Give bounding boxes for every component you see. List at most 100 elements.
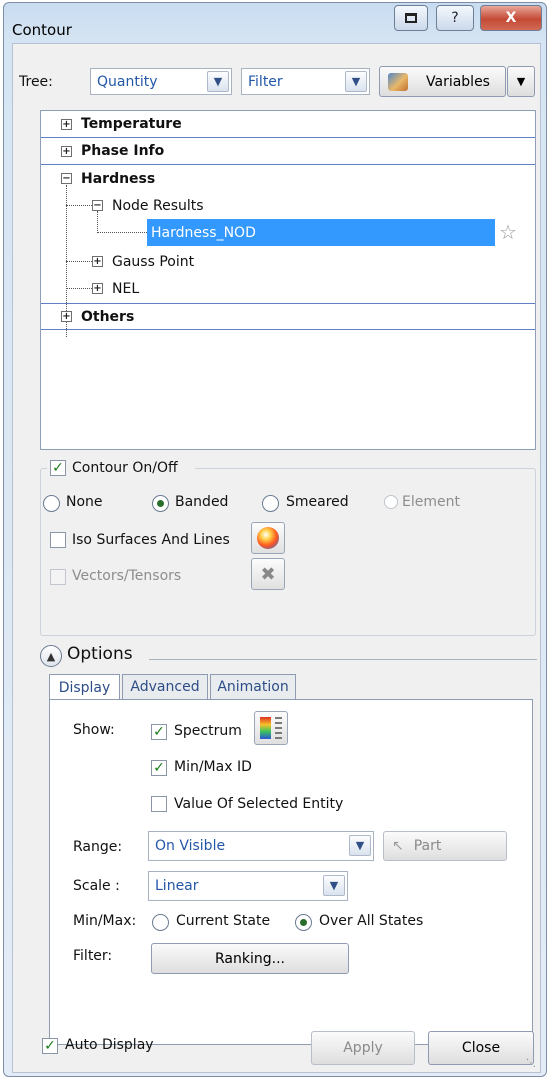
variables-menu-button[interactable]: ▼	[507, 66, 535, 97]
expand-icon[interactable]: +	[61, 118, 72, 130]
tree-item-nel[interactable]: + NEL	[41, 275, 535, 302]
radio-banded-label: Banded	[175, 494, 229, 510]
filter-combo[interactable]: Filter ▼	[241, 68, 370, 95]
radio-element-label: Element	[402, 494, 460, 510]
favorite-star-icon[interactable]: ☆	[499, 220, 517, 244]
auto-display-label: Auto Display	[65, 1037, 154, 1053]
filter-value: Filter	[248, 73, 283, 90]
minmax-id-checkbox[interactable]: ✓	[151, 760, 167, 776]
title-bar: Contour ? X	[4, 3, 546, 43]
vectors-settings-button[interactable]: ✖	[251, 558, 285, 590]
variables-label: Variables	[426, 73, 490, 90]
contour-on-off-checkbox[interactable]: ✓	[50, 460, 66, 476]
close-icon: X	[505, 10, 517, 26]
vectors-tensors-checkbox[interactable]	[50, 569, 66, 585]
tree-category-label: Others	[81, 308, 135, 325]
variables-icon	[388, 72, 408, 91]
range-label: Range:	[73, 839, 123, 855]
tree-mode-combo[interactable]: Quantity ▼	[90, 68, 232, 95]
part-button[interactable]: ↖ Part	[383, 831, 507, 861]
color-sphere-icon	[257, 527, 279, 549]
expand-icon[interactable]: +	[92, 256, 103, 267]
tree-category-others[interactable]: + Others	[41, 303, 535, 330]
tree-item-label: Node Results	[112, 197, 204, 214]
tree-category-hardness[interactable]: − Hardness	[41, 165, 535, 192]
apply-button[interactable]: Apply	[311, 1031, 415, 1065]
tab-animation[interactable]: Animation	[210, 674, 296, 699]
spectrum-label: Spectrum	[174, 723, 242, 739]
help-icon: ?	[451, 10, 459, 26]
variables-button[interactable]: Variables	[379, 66, 506, 97]
chevron-down-icon[interactable]: ▼	[345, 71, 367, 92]
chevron-down-icon[interactable]: ▼	[349, 835, 371, 856]
expand-icon[interactable]: +	[61, 145, 72, 157]
spectrum-checkbox[interactable]: ✓	[151, 724, 167, 740]
collapse-icon[interactable]: −	[61, 173, 72, 184]
tree-mode-value: Quantity	[97, 73, 158, 90]
tree-category-phase-info[interactable]: + Phase Info	[41, 138, 535, 165]
tree-category-temperature[interactable]: + Temperature	[41, 111, 535, 138]
vectors-tensors-label: Vectors/Tensors	[72, 568, 182, 584]
scale-combo[interactable]: Linear ▼	[148, 871, 348, 901]
radio-banded[interactable]	[152, 495, 169, 512]
tree-category-label: Phase Info	[81, 143, 165, 159]
current-state-label: Current State	[176, 913, 271, 929]
options-divider	[149, 659, 537, 660]
close-button[interactable]: Close	[428, 1031, 534, 1065]
radio-over-all-states[interactable]	[295, 914, 312, 931]
contour-window: Contour ? X Tree: Quantity ▼ Filter ▼ Va…	[3, 2, 547, 1077]
radio-smeared-label: Smeared	[286, 494, 349, 510]
radio-none-label: None	[66, 494, 103, 510]
tree-item-label: Hardness_NOD	[151, 224, 256, 241]
ranking-button[interactable]: Ranking...	[151, 943, 349, 974]
part-label: Part	[413, 838, 442, 854]
collapse-options-icon[interactable]: ▲	[40, 645, 62, 667]
over-all-states-label: Over All States	[319, 913, 424, 929]
options-tabs: Display Advanced Animation	[49, 674, 533, 701]
radio-current-state[interactable]	[152, 914, 169, 931]
radio-element[interactable]	[384, 495, 398, 509]
filter-label: Filter:	[73, 948, 113, 964]
range-value: On Visible	[155, 838, 226, 854]
restore-button[interactable]	[394, 5, 428, 31]
tree-item-label: NEL	[112, 280, 140, 297]
contour-on-off-label: Contour On/Off	[72, 460, 178, 476]
tree-item-hardness-nod[interactable]: Hardness_NOD	[147, 219, 495, 246]
dialog-client: Tree: Quantity ▼ Filter ▼ Variables ▼ + …	[12, 43, 541, 1073]
tab-advanced[interactable]: Advanced	[122, 674, 208, 699]
iso-surfaces-label: Iso Surfaces And Lines	[72, 532, 230, 548]
tab-display[interactable]: Display	[49, 674, 120, 701]
collapse-icon[interactable]: −	[92, 200, 103, 211]
expand-icon[interactable]: +	[61, 311, 72, 322]
radio-smeared[interactable]	[262, 495, 279, 512]
iso-surfaces-checkbox[interactable]	[50, 532, 66, 548]
result-tree[interactable]: + Temperature + Phase Info − Hardness − …	[40, 110, 536, 450]
window-close-button[interactable]: X	[480, 5, 542, 31]
chevron-down-icon[interactable]: ▼	[323, 875, 345, 896]
resize-grip-icon[interactable]: ⋱	[526, 1058, 536, 1069]
help-button[interactable]: ?	[436, 5, 474, 31]
iso-settings-button[interactable]	[251, 522, 285, 554]
window-title: Contour	[12, 21, 72, 39]
tree-item-node-results[interactable]: − Node Results	[41, 192, 535, 219]
spectrum-icon	[260, 717, 271, 739]
value-selected-checkbox[interactable]	[151, 796, 167, 812]
expand-icon[interactable]: +	[92, 283, 103, 294]
range-combo[interactable]: On Visible ▼	[148, 831, 374, 861]
tree-connector	[97, 232, 147, 233]
show-label: Show:	[73, 722, 115, 738]
radio-none[interactable]	[43, 495, 60, 512]
scale-label: Scale :	[73, 878, 120, 894]
tree-item-gauss-point[interactable]: + Gauss Point	[41, 248, 535, 275]
spectrum-settings-button[interactable]	[254, 711, 288, 745]
spectrum-lines-icon	[275, 717, 282, 739]
minmax-id-label: Min/Max ID	[174, 759, 252, 775]
pointer-icon: ↖	[392, 838, 404, 854]
display-tab-panel: Show: ✓ Spectrum ✓ Min/Max ID Value Of S…	[49, 699, 533, 1045]
chevron-down-icon[interactable]: ▼	[207, 71, 229, 92]
minmax-label: Min/Max:	[73, 913, 137, 929]
dropdown-arrow-icon: ▼	[516, 75, 526, 88]
scale-value: Linear	[155, 878, 199, 894]
auto-display-checkbox[interactable]: ✓	[42, 1038, 58, 1054]
restore-icon	[405, 13, 417, 23]
